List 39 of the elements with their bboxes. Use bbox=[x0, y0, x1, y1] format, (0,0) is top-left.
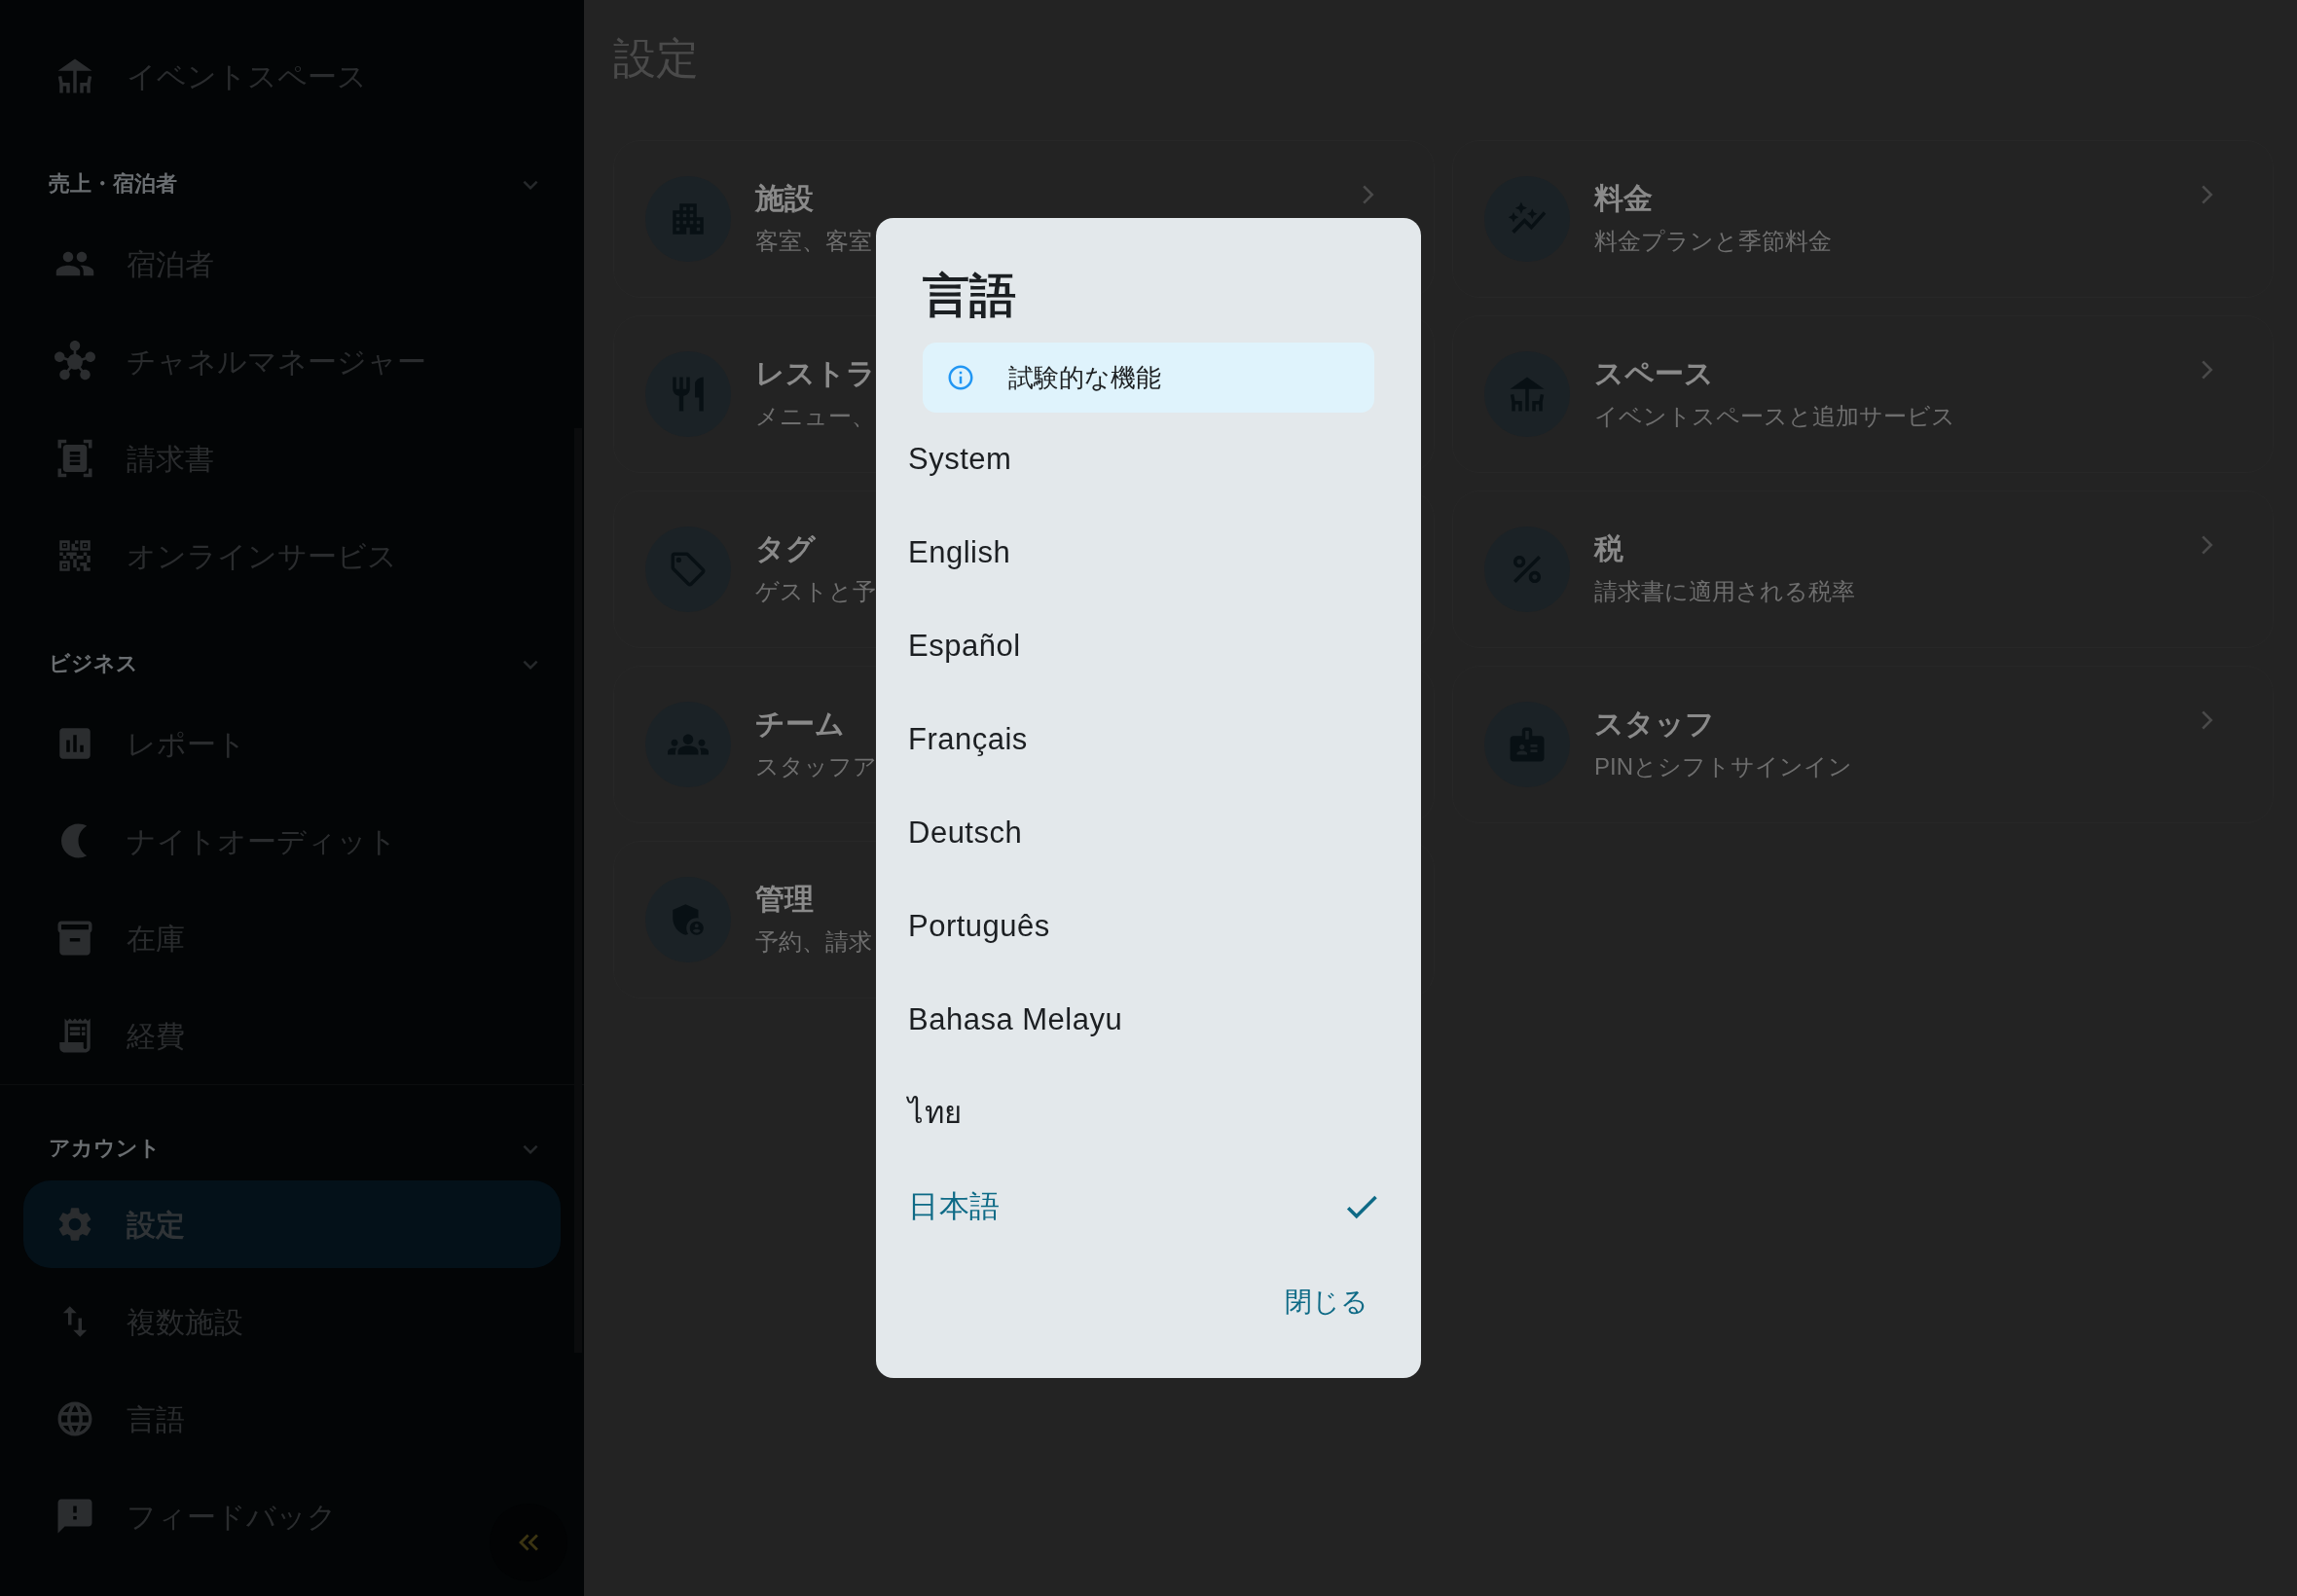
card-subtitle: メニュー、 bbox=[755, 401, 875, 431]
language-option[interactable]: Español bbox=[888, 599, 1409, 693]
card-title: レストラ bbox=[755, 355, 876, 391]
section-header: ビジネス bbox=[49, 650, 138, 677]
card-subtitle: ゲストと予 bbox=[755, 576, 876, 606]
card-subtitle: 客室、客室 bbox=[755, 226, 872, 256]
card-subtitle: 予約、請求 bbox=[755, 926, 872, 957]
settings-card[interactable]: スタッフ PINとシフトサインイン bbox=[1452, 666, 2274, 823]
info-icon bbox=[946, 363, 975, 392]
card-title: 施設 bbox=[755, 180, 814, 216]
close-button[interactable]: 閉じる bbox=[1267, 1275, 1386, 1329]
settings-card[interactable]: スペース イベントスペースと追加サービス bbox=[1452, 315, 2274, 473]
language-option[interactable]: System bbox=[888, 413, 1409, 506]
notice-text: 試験的な機能 bbox=[1008, 361, 1161, 394]
card-subtitle: イベントスペースと追加サービス bbox=[1594, 401, 1955, 431]
card-title: タグ bbox=[755, 530, 816, 566]
hub-icon bbox=[55, 341, 95, 381]
card-title: スタッフ bbox=[1594, 706, 1715, 742]
language-option[interactable]: ไทย bbox=[888, 1067, 1409, 1160]
card-subtitle: 請求書に適用される税率 bbox=[1594, 576, 1855, 606]
language-option[interactable]: 日本語 bbox=[888, 1160, 1409, 1253]
card-subtitle: スタッフア bbox=[755, 751, 877, 781]
language-option[interactable]: Français bbox=[888, 693, 1409, 786]
language-option[interactable]: Bahasa Melayu bbox=[888, 973, 1409, 1067]
section-header: アカウント bbox=[49, 1135, 161, 1162]
settings-card[interactable]: 税 請求書に適用される税率 bbox=[1452, 490, 2274, 648]
dialog-title: 言語 bbox=[922, 269, 1017, 323]
card-title: 料金 bbox=[1594, 180, 1653, 216]
language-option[interactable]: Deutsch bbox=[888, 786, 1409, 880]
card-subtitle: PINとシフトサインイン bbox=[1594, 751, 1852, 781]
settings-card[interactable]: 料金 料金プランと季節料金 bbox=[1452, 140, 2274, 298]
language-option[interactable]: English bbox=[888, 506, 1409, 599]
card-title: 税 bbox=[1594, 530, 1623, 566]
card-subtitle: 料金プランと季節料金 bbox=[1594, 226, 1832, 256]
language-option[interactable]: Português bbox=[888, 880, 1409, 973]
card-title: チーム bbox=[755, 706, 845, 742]
card-title: スペース bbox=[1594, 355, 1714, 391]
section-header: 売上・宿泊者 bbox=[49, 170, 177, 198]
card-title: 管理 bbox=[755, 881, 814, 917]
